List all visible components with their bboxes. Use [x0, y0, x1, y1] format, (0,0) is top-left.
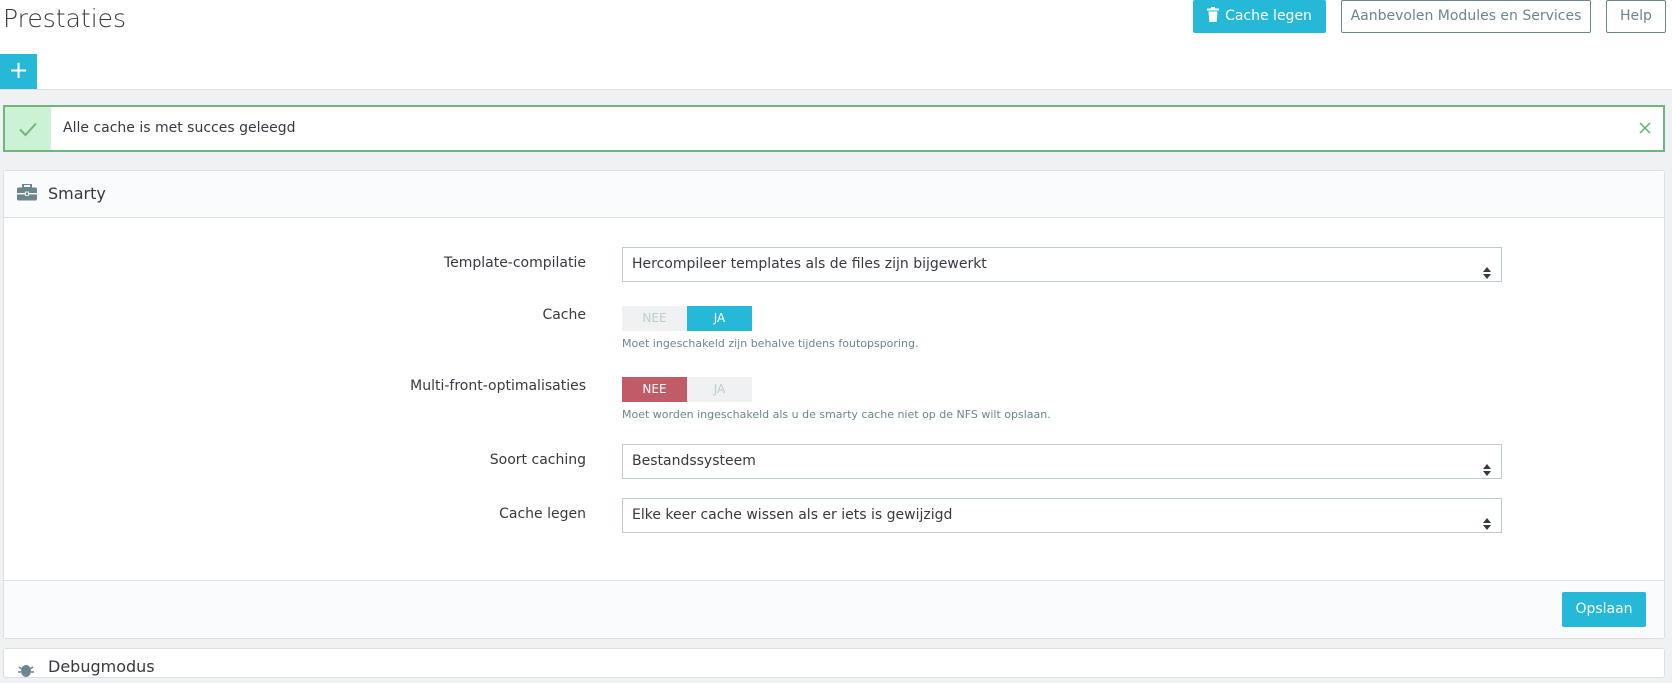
check-icon	[5, 107, 51, 150]
briefcase-icon	[17, 183, 37, 205]
multi-front-help-text: Moet worden ingeschakeld als u de smarty…	[622, 408, 1051, 421]
trash-icon	[1207, 3, 1220, 34]
cache-help-text: Moet ingeschakeld zijn behalve tijdens f…	[622, 337, 919, 350]
success-alert: Alle cache is met succes geleegd	[3, 105, 1665, 152]
cache-switch-yes[interactable]: JA	[687, 306, 752, 331]
page-header-toolbar: Prestaties Cache legen Aanbevolen Module…	[0, 0, 1672, 90]
clear-cache-label: Cache legen	[1225, 8, 1312, 24]
clear-cache-value: Elke keer cache wissen als er iets is ge…	[632, 507, 953, 523]
save-button[interactable]: Opslaan	[1562, 592, 1646, 627]
select-arrows-icon	[1483, 510, 1491, 543]
caching-type-value: Bestandssysteem	[632, 453, 756, 469]
panel-title: Smarty	[48, 184, 106, 203]
alert-message: Alle cache is met succes geleegd	[63, 120, 296, 136]
select-arrows-icon	[1483, 456, 1491, 489]
debug-panel-title: Debugmodus	[48, 657, 155, 676]
close-icon[interactable]	[1635, 118, 1655, 138]
template-compilation-select[interactable]: Hercompileer templates als de files zijn…	[622, 247, 1502, 282]
cache-switch[interactable]: NEE JA	[622, 306, 752, 331]
bug-icon	[17, 661, 35, 683]
panel-footer: Opslaan	[4, 580, 1664, 638]
panel-heading: Smarty	[4, 171, 1664, 218]
recommended-modules-button[interactable]: Aanbevolen Modules en Services	[1341, 0, 1591, 33]
caching-type-select[interactable]: Bestandssysteem	[622, 444, 1502, 479]
template-compilation-value: Hercompileer templates als de files zijn…	[632, 256, 987, 272]
help-button[interactable]: Help	[1606, 0, 1666, 33]
add-button[interactable]: +	[0, 54, 37, 89]
clear-cache-select[interactable]: Elke keer cache wissen als er iets is ge…	[622, 498, 1502, 533]
multi-front-switch[interactable]: NEE JA	[622, 377, 752, 402]
clear-cache-button[interactable]: Cache legen	[1193, 0, 1326, 33]
multi-front-switch-yes[interactable]: JA	[687, 377, 752, 402]
clear-cache-label: Cache legen	[499, 506, 586, 522]
template-compilation-label: Template-compilatie	[443, 255, 586, 271]
select-arrows-icon	[1483, 259, 1491, 292]
caching-type-label: Soort caching	[489, 452, 586, 468]
debug-panel: Debugmodus	[3, 648, 1665, 678]
multi-front-switch-no[interactable]: NEE	[622, 377, 687, 402]
page-title: Prestaties	[3, 4, 127, 33]
multi-front-label: Multi-front-optimalisaties	[410, 378, 586, 394]
cache-switch-no[interactable]: NEE	[622, 306, 687, 331]
smarty-panel: Smarty Template-compilatie Hercompileer …	[3, 170, 1665, 639]
cache-label: Cache	[542, 307, 586, 323]
